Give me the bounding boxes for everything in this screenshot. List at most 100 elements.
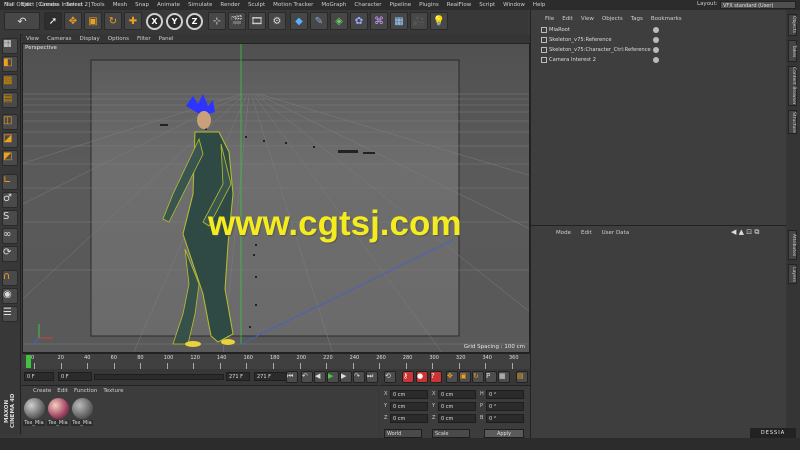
render-picture-viewer-button[interactable]: 🎞 (248, 12, 266, 30)
menu-item[interactable]: Motion Tracker (269, 2, 317, 8)
menu-item[interactable]: Script (475, 2, 499, 8)
points-mode-button[interactable]: ◫ (2, 114, 18, 130)
right-tab[interactable]: Structure (788, 110, 797, 134)
menu-item[interactable]: RealFlow (443, 2, 475, 8)
viewport-menu-item[interactable]: View (22, 36, 43, 42)
object-menu-item[interactable]: Bookmarks (647, 16, 686, 22)
z-axis-lock[interactable]: Z (186, 13, 203, 30)
object-row[interactable]: Skeleton_v75:Reference (531, 36, 787, 45)
go-to-end-button[interactable]: ⏭ (366, 371, 378, 383)
visibility-toggle-icon[interactable] (653, 57, 659, 63)
scheme-button[interactable]: ▤ (516, 371, 528, 383)
spline-pen-button[interactable]: ✎ (310, 12, 328, 30)
rotate-tool-button[interactable]: ↻ (104, 12, 122, 30)
layers-button[interactable]: ☰ (2, 306, 18, 322)
material-menu-item[interactable]: Function (71, 388, 100, 394)
object-menu-item[interactable]: View (577, 16, 598, 22)
menu-item[interactable]: Character (350, 2, 385, 8)
end-frame-field[interactable]: 271 F (254, 372, 288, 381)
size-mode-dropdown[interactable]: Scale (432, 429, 470, 438)
coord-value-field[interactable]: 0 ° (486, 402, 524, 411)
menu-item[interactable]: Animate (153, 2, 184, 8)
render-settings-button[interactable]: ⚙ (268, 12, 286, 30)
camera-button[interactable]: 🎥 (410, 12, 428, 30)
record-pla-button[interactable]: ▦ (498, 371, 510, 383)
record-scale-button[interactable]: ▣ (459, 371, 471, 383)
viewport-menu-item[interactable]: Filter (133, 36, 155, 42)
coord-value-field[interactable]: 0 cm (438, 402, 476, 411)
object-row[interactable]: MiaRoot (531, 26, 787, 35)
coord-value-field[interactable]: 0 cm (390, 390, 428, 399)
preview-range-slider[interactable] (94, 374, 224, 380)
coord-value-field[interactable]: 0 cm (390, 414, 428, 423)
scale-tool-button[interactable]: ▣ (84, 12, 102, 30)
go-to-start-button[interactable]: ⏮ (286, 371, 298, 383)
play-button[interactable]: ▶ (327, 371, 339, 383)
right-tab[interactable]: Objects (788, 14, 797, 36)
visibility-toggle-icon[interactable] (653, 47, 659, 53)
record-rotation-button[interactable]: ↻ (472, 371, 484, 383)
array-button[interactable]: ✿ (350, 12, 368, 30)
sculpt-mode-button[interactable]: ♂ (2, 192, 18, 208)
menu-item[interactable]: Sculpt (244, 2, 269, 8)
attribute-menu-item[interactable]: Edit (576, 230, 597, 236)
make-editable-button[interactable]: ▦ (2, 38, 18, 54)
right-tab[interactable]: Attributes (788, 230, 797, 260)
material-menu-item[interactable]: Create (30, 388, 54, 394)
menu-item[interactable]: Render (216, 2, 244, 8)
menu-item[interactable]: Tools (87, 2, 109, 8)
apply-button[interactable]: Apply (484, 429, 524, 438)
object-menu-item[interactable]: Objects (598, 16, 627, 22)
next-frame-button[interactable]: ▶ (340, 371, 352, 383)
timeline-ruler[interactable]: 0 20 40 60 80 100 120 140 160 180 200 220 240 260 280 3… (22, 353, 530, 370)
loop-button[interactable]: ⟲ (384, 371, 396, 383)
axis-mode-button[interactable]: ∟ (2, 174, 18, 190)
material-menu-item[interactable]: Texture (100, 388, 126, 394)
coord-value-field[interactable]: 0 ° (486, 414, 524, 423)
object-menu-item[interactable]: File (541, 16, 558, 22)
polygons-mode-button[interactable]: ◩ (2, 150, 18, 166)
material-preview[interactable] (24, 398, 45, 419)
snap-button[interactable]: S (2, 210, 18, 226)
start-frame-field[interactable]: 0 F (58, 372, 92, 381)
coord-value-field[interactable]: 0 ° (486, 390, 524, 399)
move-tool-button[interactable]: ✥ (64, 12, 82, 30)
attribute-menu-item[interactable]: Mode (551, 230, 576, 236)
menu-item[interactable]: MoGraph (317, 2, 350, 8)
previous-key-button[interactable]: ↶ (301, 371, 313, 383)
right-tab[interactable]: Layers (788, 264, 797, 284)
texture-mode-button[interactable]: ▩ (2, 74, 18, 90)
undo-button[interactable]: ↶ (4, 12, 40, 30)
viewport-menu-item[interactable]: Options (104, 36, 133, 42)
visibility-toggle-icon[interactable] (653, 37, 659, 43)
menu-item[interactable]: Plugins (415, 2, 443, 8)
subdivision-surface-button[interactable]: ◈ (330, 12, 348, 30)
cube-primitive-button[interactable]: ◆ (290, 12, 308, 30)
layout-dropdown[interactable]: VFX standard (User) (720, 1, 796, 9)
material-preview[interactable] (48, 398, 69, 419)
object-menu-item[interactable]: Tags (627, 16, 647, 22)
coord-value-field[interactable]: 0 cm (438, 390, 476, 399)
magnet-button[interactable]: ∩ (2, 270, 18, 286)
menu-item[interactable]: Mesh (109, 2, 131, 8)
viewport-menu-item[interactable]: Panel (155, 36, 178, 42)
visibility-toggle-icon[interactable] (653, 27, 659, 33)
keyframe-selection-button[interactable]: ? (430, 371, 442, 383)
current-frame-field[interactable]: 0 F (24, 372, 54, 381)
object-row[interactable]: Skeleton_v75:Character_Ctrl:Reference (531, 46, 787, 55)
recent-tools-button[interactable]: ✚ (124, 12, 142, 30)
object-menu-item[interactable]: Edit (558, 16, 577, 22)
viewport-perspective[interactable]: Perspective Grid Spacing : 100 cm (22, 43, 530, 353)
coord-value-field[interactable]: 0 cm (390, 402, 428, 411)
autokeying-button[interactable]: ● (416, 371, 428, 383)
viewport-menu-item[interactable]: Cameras (43, 36, 75, 42)
tweak-mode-button[interactable]: ⟳ (2, 246, 18, 262)
model-mode-button[interactable]: ◧ (2, 56, 18, 72)
menu-item[interactable]: Pipeline (386, 2, 416, 8)
material-preview[interactable] (72, 398, 93, 419)
record-position-button[interactable]: ✥ (446, 371, 458, 383)
right-tab[interactable]: Content Browser (788, 66, 797, 106)
menu-item[interactable]: Help (529, 2, 550, 8)
attribute-nav-arrows[interactable]: ◀ ▲ ⊡ ⧉ (731, 228, 759, 237)
floor-button[interactable]: ▦ (390, 12, 408, 30)
